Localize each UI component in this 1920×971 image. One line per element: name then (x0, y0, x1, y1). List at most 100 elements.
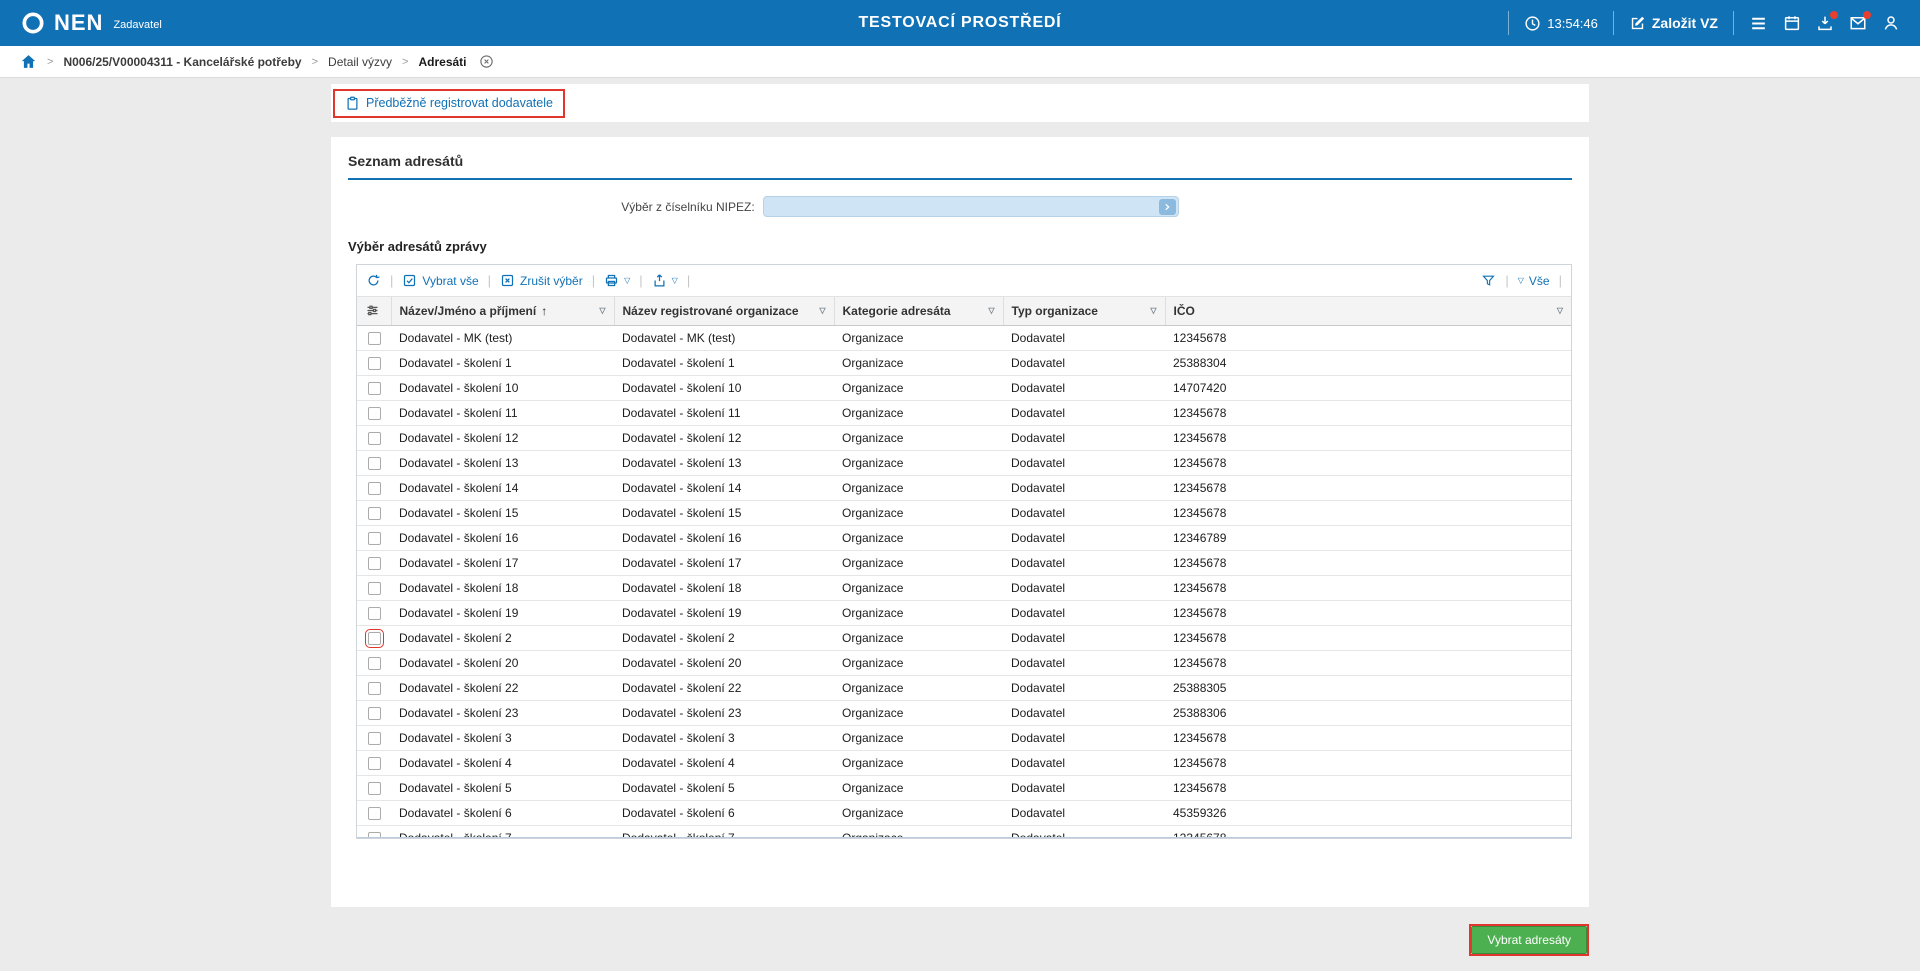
filter-chevron-icon[interactable]: ▽ (1557, 306, 1563, 315)
breadcrumb-item-procurement[interactable]: N006/25/V00004311 - Kancelářské potřeby (63, 55, 301, 69)
row-checkbox[interactable] (368, 682, 381, 695)
row-checkbox[interactable] (368, 757, 381, 770)
table-row[interactable]: Dodavatel - školení 1 Dodavatel - školen… (357, 350, 1571, 375)
row-checkbox[interactable] (368, 432, 381, 445)
filter-chevron-icon[interactable]: ▽ (988, 306, 994, 315)
row-checkbox[interactable] (368, 357, 381, 370)
row-checkbox[interactable] (368, 607, 381, 620)
row-checkbox[interactable] (368, 507, 381, 520)
create-vz-button[interactable]: Založit VZ (1629, 15, 1718, 32)
breadcrumb-item-detail[interactable]: Detail výzvy (328, 55, 392, 69)
print-button[interactable]: ▽ (604, 273, 630, 288)
cell-ico: 12345678 (1165, 325, 1571, 350)
refresh-button[interactable] (366, 273, 381, 288)
cell-type: Dodavatel (1003, 575, 1165, 600)
user-profile-button[interactable] (1882, 14, 1900, 32)
cell-category: Organizace (834, 825, 1003, 838)
row-checkbox[interactable] (368, 382, 381, 395)
cell-name: Dodavatel - školení 14 (391, 475, 614, 500)
table-row[interactable]: Dodavatel - MK (test) Dodavatel - MK (te… (357, 325, 1571, 350)
row-checkbox[interactable] (368, 832, 381, 838)
table-row[interactable]: Dodavatel - školení 14 Dodavatel - škole… (357, 475, 1571, 500)
chevron-down-icon[interactable]: ▽ (624, 276, 630, 285)
row-checkbox[interactable] (368, 782, 381, 795)
environment-title: TESTOVACÍ PROSTŘEDÍ (858, 14, 1061, 32)
downloads-button[interactable] (1816, 14, 1834, 32)
export-button[interactable]: ▽ (652, 273, 678, 288)
current-time: 13:54:46 (1547, 16, 1598, 31)
row-checkbox[interactable] (368, 457, 381, 470)
row-checkbox[interactable] (368, 407, 381, 420)
breadcrumb-item-adresati[interactable]: Adresáti (418, 55, 466, 69)
toolbar-separator: | (1559, 273, 1562, 288)
row-checkbox[interactable] (368, 582, 381, 595)
table-body: Dodavatel - MK (test) Dodavatel - MK (te… (357, 325, 1571, 838)
filter-button[interactable] (1481, 273, 1496, 288)
preregister-supplier-button[interactable]: Předběžně registrovat dodavatele (333, 89, 565, 118)
table-row[interactable]: Dodavatel - školení 22 Dodavatel - škole… (357, 675, 1571, 700)
table-row[interactable]: Dodavatel - školení 16 Dodavatel - škole… (357, 525, 1571, 550)
table-row[interactable]: Dodavatel - školení 20 Dodavatel - škole… (357, 650, 1571, 675)
table-row[interactable]: Dodavatel - školení 15 Dodavatel - škole… (357, 500, 1571, 525)
brand-name: NEN (54, 10, 103, 36)
table-row[interactable]: Dodavatel - školení 2 Dodavatel - školen… (357, 625, 1571, 650)
column-header-org[interactable]: Název registrované organizace ▽ (614, 297, 834, 325)
table-row[interactable]: Dodavatel - školení 3 Dodavatel - školen… (357, 725, 1571, 750)
messages-button[interactable] (1849, 14, 1867, 32)
table-row[interactable]: Dodavatel - školení 6 Dodavatel - školen… (357, 800, 1571, 825)
table-row[interactable]: Dodavatel - školení 5 Dodavatel - školen… (357, 775, 1571, 800)
row-checkbox[interactable] (368, 707, 381, 720)
table-row[interactable]: Dodavatel - školení 11 Dodavatel - škole… (357, 400, 1571, 425)
table-row[interactable]: Dodavatel - školení 17 Dodavatel - škole… (357, 550, 1571, 575)
filter-chevron-icon[interactable]: ▽ (599, 306, 605, 315)
row-checkbox[interactable] (368, 632, 381, 645)
close-tab-icon[interactable] (479, 54, 494, 69)
clear-selection-button[interactable]: Zrušit výběr (500, 273, 583, 288)
column-settings-header[interactable] (357, 297, 391, 325)
chevron-right-icon[interactable] (1159, 199, 1176, 215)
row-checkbox[interactable] (368, 657, 381, 670)
cell-type: Dodavatel (1003, 325, 1165, 350)
table-row[interactable]: Dodavatel - školení 23 Dodavatel - škole… (357, 700, 1571, 725)
column-header-name[interactable]: Název/Jméno a příjmení ↑ ▽ (391, 297, 614, 325)
select-addressees-button[interactable]: Vybrat adresáty (1471, 926, 1587, 954)
nipez-codelist-field[interactable] (763, 196, 1179, 217)
table-row[interactable]: Dodavatel - školení 13 Dodavatel - škole… (357, 450, 1571, 475)
row-checkbox[interactable] (368, 332, 381, 345)
table-row[interactable]: Dodavatel - školení 10 Dodavatel - škole… (357, 375, 1571, 400)
row-checkbox[interactable] (368, 807, 381, 820)
row-checkbox[interactable] (368, 482, 381, 495)
cell-type: Dodavatel (1003, 625, 1165, 650)
filter-chevron-icon[interactable]: ▽ (819, 306, 825, 315)
cell-type: Dodavatel (1003, 650, 1165, 675)
table-row[interactable]: Dodavatel - školení 7 Dodavatel - školen… (357, 825, 1571, 838)
table-viewport: Název/Jméno a příjmení ↑ ▽ Název registr… (357, 297, 1571, 838)
table-row[interactable]: Dodavatel - školení 4 Dodavatel - školen… (357, 750, 1571, 775)
table-row[interactable]: Dodavatel - školení 19 Dodavatel - škole… (357, 600, 1571, 625)
chevron-down-icon[interactable]: ▽ (672, 276, 678, 285)
cell-ico: 12345678 (1165, 400, 1571, 425)
column-header-category[interactable]: Kategorie adresáta ▽ (834, 297, 1003, 325)
cell-org: Dodavatel - školení 22 (614, 675, 834, 700)
cell-type: Dodavatel (1003, 800, 1165, 825)
row-checkbox[interactable] (368, 532, 381, 545)
home-icon[interactable] (20, 53, 37, 70)
calendar-button[interactable] (1783, 14, 1801, 32)
filter-chevron-icon[interactable]: ▽ (1150, 306, 1156, 315)
table-row[interactable]: Dodavatel - školení 12 Dodavatel - škole… (357, 425, 1571, 450)
column-header-ico[interactable]: IČO ▽ (1165, 297, 1571, 325)
column-header-type[interactable]: Typ organizace ▽ (1003, 297, 1165, 325)
menu-button[interactable] (1749, 14, 1768, 33)
view-filter-all-button[interactable]: ▽ Vše (1518, 274, 1550, 288)
app-logo[interactable]: NEN Zadavatel (20, 10, 162, 36)
toolbar-separator: | (687, 273, 690, 288)
cell-ico: 12345678 (1165, 575, 1571, 600)
cell-org: Dodavatel - školení 20 (614, 650, 834, 675)
row-checkbox[interactable] (368, 732, 381, 745)
table-row[interactable]: Dodavatel - školení 18 Dodavatel - škole… (357, 575, 1571, 600)
row-checkbox[interactable] (368, 557, 381, 570)
select-all-button[interactable]: Vybrat vše (402, 273, 478, 288)
cell-ico: 12346789 (1165, 525, 1571, 550)
cell-org: Dodavatel - školení 3 (614, 725, 834, 750)
hamburger-icon (1749, 14, 1768, 33)
